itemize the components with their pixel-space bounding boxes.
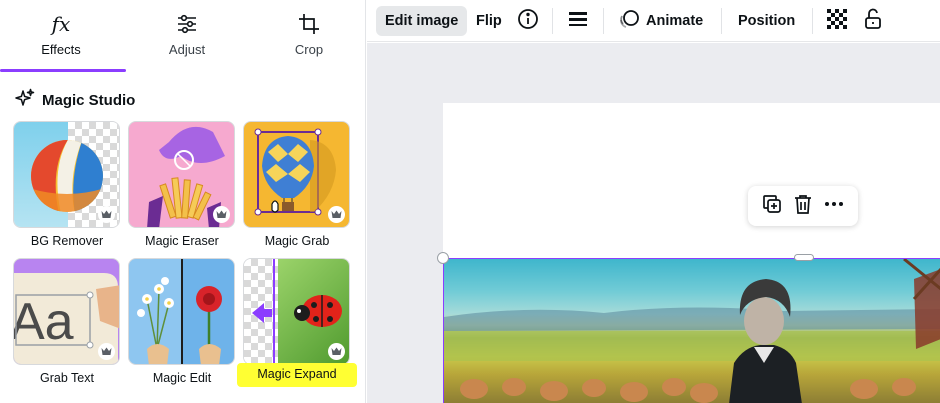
edit-image-button[interactable]: Edit image [376,6,468,36]
toolbar-divider [603,8,604,34]
selected-image[interactable] [443,258,940,403]
context-toolbar: Edit image Flip Animate Position [367,0,940,42]
transparency-icon [827,9,847,33]
toolbar-divider [812,8,813,34]
transparency-button[interactable] [827,6,847,36]
position-button[interactable]: Position [738,6,795,36]
fx-icon: fx [51,12,71,36]
magic-studio-heading: Magic Studio [15,88,135,112]
trash-icon[interactable] [792,193,814,220]
unlock-icon [863,8,883,34]
tool-magic-expand[interactable]: Magic Expand [237,258,357,387]
crown-icon [328,343,345,360]
magic-eraser-thumbnail [128,121,235,228]
animate-label: Animate [646,13,704,29]
toolbar-divider [552,8,553,34]
grab-text-thumbnail: Aa [13,258,120,365]
more-options-icon[interactable] [823,193,845,220]
duplicate-icon[interactable] [761,193,783,220]
tab-effects[interactable]: fx Effects [0,0,122,72]
tool-label-highlighted: Magic Expand [237,363,357,387]
tool-label: Magic Eraser [145,234,219,248]
tool-bg-remover[interactable]: BG Remover [13,121,121,248]
landscape-with-figure-image [444,259,940,403]
tool-magic-grab[interactable]: Magic Grab [243,121,351,248]
resize-handle-top[interactable] [794,254,814,261]
tab-adjust-label: Adjust [168,42,206,57]
flip-button[interactable]: Flip [476,6,502,36]
info-button[interactable] [517,6,539,36]
sparkle-icon [15,88,35,112]
side-panel: fx Effects Adjust Crop Magic Studio BG R… [0,0,366,403]
tab-effects-label: Effects [41,42,81,57]
magic-grab-thumbnail [243,121,350,228]
active-tab-indicator [0,69,126,72]
editor-canvas[interactable] [367,43,940,403]
lines-button[interactable] [568,6,588,36]
flowers-image [137,259,222,364]
tool-label-wrap: Magic Expand [235,363,359,387]
tool-label: Magic Edit [152,371,212,385]
tab-crop[interactable]: Crop [248,0,370,72]
crown-icon [213,206,230,223]
section-title: Magic Studio [42,91,136,109]
toolbar-divider [721,8,722,34]
info-icon [517,8,539,34]
crown-icon [98,206,115,223]
tab-adjust[interactable]: Adjust [126,0,248,72]
tool-magic-eraser[interactable]: Magic Eraser [128,121,236,248]
panel-tabs: fx Effects Adjust Crop [0,0,366,72]
tool-magic-edit[interactable]: Magic Edit [128,258,236,385]
tool-label: BG Remover [30,234,104,248]
element-context-menu [748,186,858,226]
sliders-icon [174,11,200,37]
tool-grab-text[interactable]: Aa Grab Text [13,258,121,385]
animate-icon [618,8,640,34]
tab-crop-label: Crop [294,42,324,57]
magic-edit-thumbnail [128,258,235,365]
beach-ball-image [31,140,103,212]
animate-button[interactable]: Animate [618,6,703,36]
bg-remover-thumbnail [13,121,120,228]
resize-handle-top-left[interactable] [437,252,449,264]
tool-label: Magic Grab [264,234,330,248]
magic-expand-thumbnail [243,258,350,365]
crown-icon [98,343,115,360]
crop-icon [296,11,322,37]
svg-text:Aa: Aa [14,293,74,351]
tool-label: Grab Text [40,371,94,385]
lines-icon [568,9,588,33]
crown-icon [328,206,345,223]
lock-button[interactable] [863,6,883,36]
